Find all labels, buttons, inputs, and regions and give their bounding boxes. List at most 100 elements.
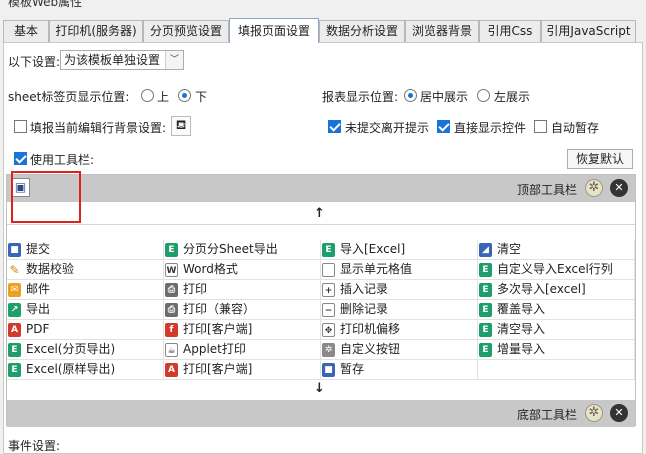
direct-widget-label: 直接显示控件 (454, 121, 527, 135)
grid-item-insert-record[interactable]: + 插入记录 (321, 280, 478, 300)
delete-row-icon: − (322, 303, 335, 317)
window-title: 模板Web属性 (8, 0, 83, 9)
report-center-label: 居中展示 (420, 90, 469, 104)
settings-select-value: 为该模板单独设置 (64, 53, 161, 67)
gear-icon[interactable]: ✲ (585, 404, 603, 422)
tab-data-analysis[interactable]: 数据分析设置 (319, 20, 405, 42)
pdf-print-icon: A (165, 363, 178, 377)
highlight-row-checkbox[interactable] (14, 120, 27, 133)
unsubmitted-leave-label: 未提交离开提示 (345, 121, 430, 135)
move-icon: ✥ (322, 323, 335, 337)
report-left-radio[interactable] (477, 89, 490, 102)
paint-bucket-icon[interactable]: ⛾ (171, 116, 191, 136)
tab-page-preview[interactable]: 分页预览设置 (143, 20, 229, 42)
excel-icon: E (322, 243, 335, 257)
grid-item-custom-button[interactable]: ✲ 自定义按钮 (321, 340, 478, 360)
bottom-move-row[interactable]: ↓ (7, 380, 635, 400)
pdf-icon: A (8, 323, 21, 337)
grid-item-export[interactable]: ↗ 导出 (7, 300, 164, 320)
excel-icon: E (479, 343, 492, 357)
excel-icon: E (479, 263, 492, 277)
tab-javascript[interactable]: 引用JavaScript (541, 20, 636, 42)
tab-fill-page-settings[interactable]: 填报页面设置 (229, 18, 319, 43)
tab-browser-bg[interactable]: 浏览器背景 (405, 20, 479, 42)
pencil-icon: ✎ (9, 263, 20, 277)
grid-item-excel-page-export[interactable]: E Excel(分页导出) (7, 340, 164, 360)
cell-icon (322, 263, 335, 277)
excel-icon: E (165, 243, 178, 257)
close-icon[interactable]: ✕ (610, 404, 628, 422)
grid-item-flash-print[interactable]: f 打印[客户端] (164, 320, 321, 340)
gear-icon[interactable]: ✲ (585, 179, 603, 197)
tab-printer-server[interactable]: 打印机(服务器) (49, 20, 143, 42)
toolbar-button-grid: ■ 提交 E 分页分Sheet导出 E 导入[Excel] ◢ 清空 ✎ 数据校验 W Wo… (7, 240, 635, 380)
use-toolbar-checkbox[interactable] (14, 152, 27, 165)
flash-print-icon: f (165, 323, 178, 337)
top-toolbar-label: 顶部工具栏 (516, 183, 577, 197)
grid-item-overwrite-import[interactable]: E 覆盖导入 (478, 300, 635, 320)
printer-icon: ⎙ (165, 283, 178, 297)
sheet-tab-top-label: 上 (157, 90, 170, 104)
excel-icon: E (8, 363, 21, 377)
excel-icon: E (479, 283, 492, 297)
grid-item-custom-import[interactable]: E 自定义导入Excel行列 (478, 260, 635, 280)
bottom-toolbar-label: 底部工具栏 (516, 408, 577, 422)
grid-item-pdf[interactable]: A PDF (7, 320, 164, 340)
grid-item-applet-print[interactable]: ☕ Applet打印 (164, 340, 321, 360)
sheet-tab-top-radio[interactable] (141, 89, 154, 102)
sheet-tab-bottom-label: 下 (195, 90, 208, 104)
excel-icon: E (479, 323, 492, 337)
grid-item-sheet-export[interactable]: E 分页分Sheet导出 (164, 240, 321, 260)
top-toolbar-bar[interactable]: ▣ 顶部工具栏 ✲ ✕ (7, 175, 635, 202)
grid-item-word[interactable]: W Word格式 (164, 260, 321, 280)
grid-item-incremental-import[interactable]: E 增量导入 (478, 340, 635, 360)
grid-item-submit[interactable]: ■ 提交 (7, 240, 164, 260)
grid-item-clear[interactable]: ◢ 清空 (478, 240, 635, 260)
grid-item-empty (478, 360, 635, 380)
export-icon: ↗ (8, 303, 21, 317)
grid-item-pdf-print[interactable]: A 打印[客户端] (164, 360, 321, 380)
report-pos-label: 报表显示位置: (322, 90, 399, 104)
grid-item-printer-offset[interactable]: ✥ 打印机偏移 (321, 320, 478, 340)
eraser-icon: ◢ (479, 243, 492, 257)
grid-item-print[interactable]: ⎙ 打印 (164, 280, 321, 300)
auto-save-checkbox[interactable] (534, 120, 547, 133)
grid-item-excel-original-export[interactable]: E Excel(原样导出) (7, 360, 164, 380)
save-icon: ■ (8, 243, 21, 257)
mail-icon: ✉ (8, 283, 21, 297)
direct-widget-checkbox[interactable] (437, 120, 450, 133)
grid-item-validate[interactable]: ✎ 数据校验 (7, 260, 164, 280)
sheet-tab-bottom-radio[interactable] (178, 89, 191, 102)
arrow-up-icon: ↑ (314, 206, 325, 221)
grid-item-print-compat[interactable]: ⎙ 打印（兼容） (164, 300, 321, 320)
tab-basic[interactable]: 基本 (3, 20, 49, 42)
grid-item-show-cell-value[interactable]: 显示单元格值 (321, 260, 478, 280)
grid-item-clear-import[interactable]: E 清空导入 (478, 320, 635, 340)
grid-item-delete-record[interactable]: − 删除记录 (321, 300, 478, 320)
word-icon: W (165, 263, 178, 277)
grid-item-import-excel[interactable]: E 导入[Excel] (321, 240, 478, 260)
tab-strip: 基本 打印机(服务器) 分页预览设置 填报页面设置 数据分析设置 浏览器背景 引… (0, 18, 646, 43)
window-titlebar: 模板Web属性 (0, 0, 646, 14)
close-icon[interactable]: ✕ (610, 179, 628, 197)
settings-select[interactable]: 为该模板单独设置 ﹀ (60, 50, 184, 70)
restore-default-button[interactable]: 恢复默认 (567, 149, 633, 169)
printer-icon: ⎙ (165, 303, 178, 317)
settings-label: 以下设置: (8, 55, 61, 69)
highlight-row-label: 填报当前编辑行背景设置: (30, 121, 167, 135)
grid-item-mail[interactable]: ✉ 邮件 (7, 280, 164, 300)
bottom-toolbar-bar[interactable]: 底部工具栏 ✲ ✕ (7, 400, 635, 427)
grid-item-temp-save[interactable]: ■ 暂存 (321, 360, 478, 380)
grid-item-multi-import[interactable]: E 多次导入[excel] (478, 280, 635, 300)
arrow-down-icon: ↓ (314, 381, 325, 396)
unsubmitted-leave-checkbox[interactable] (328, 120, 341, 133)
top-move-row[interactable]: ↑ (7, 205, 635, 225)
chevron-down-icon: ﹀ (165, 51, 183, 69)
insert-row-icon: + (322, 283, 335, 297)
gear-icon: ✲ (322, 343, 335, 357)
sheet-tab-label: sheet标签页显示位置: (8, 90, 130, 104)
applet-icon: ☕ (165, 343, 178, 357)
report-center-radio[interactable] (404, 89, 417, 102)
events-label: 事件设置: (8, 439, 61, 453)
tab-css[interactable]: 引用Css (479, 20, 541, 42)
